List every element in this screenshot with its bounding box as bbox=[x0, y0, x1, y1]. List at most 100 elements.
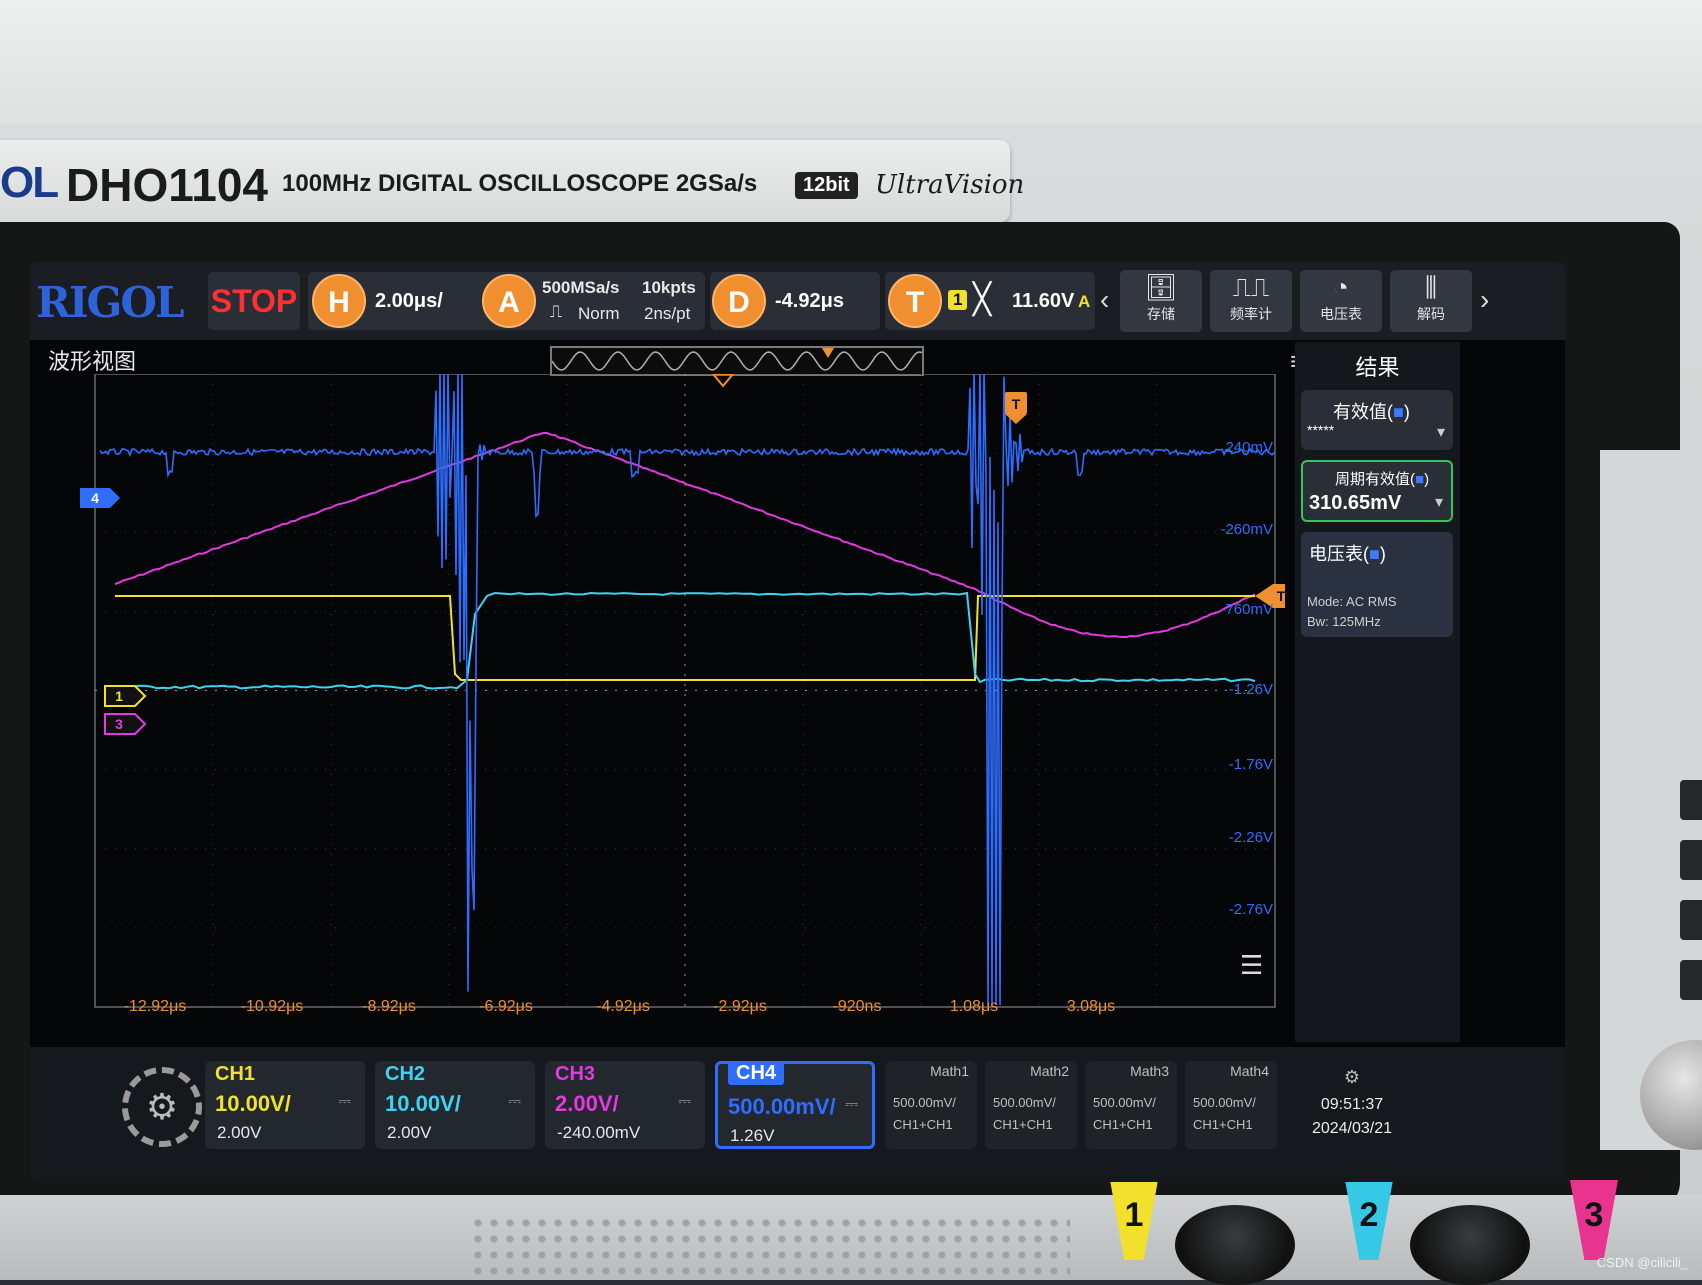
result-card-cycle-rms[interactable]: 周期有效值(■) 310.65mV ▾ bbox=[1301, 460, 1453, 522]
time-axis-label: 1.08μs bbox=[950, 998, 998, 1015]
ch4-scale-label: -2.26V bbox=[1229, 829, 1273, 846]
horizontal-key[interactable]: H bbox=[312, 274, 366, 328]
channel-box-ch4[interactable]: CH4 500.00mV/ 1.26V ⎓ bbox=[715, 1061, 875, 1149]
sample-rate: 500MSa/s bbox=[542, 278, 620, 297]
math1-name: Math1 bbox=[930, 1063, 969, 1079]
svg-text:T: T bbox=[1277, 588, 1285, 604]
counter-label: 频率计 bbox=[1230, 306, 1272, 322]
time-axis-label: -2.92μs bbox=[713, 998, 767, 1015]
channel-box-ch2[interactable]: CH2 10.00V/ 2.00V ⎓ bbox=[375, 1061, 535, 1149]
voltmeter-button[interactable]: ◔ 电压表 bbox=[1300, 270, 1382, 332]
math-box-math3[interactable]: Math3 500.00mV/ CH1+CH1 bbox=[1085, 1061, 1177, 1149]
memory-overview-bar[interactable] bbox=[550, 346, 924, 376]
svg-text:T: T bbox=[1012, 396, 1021, 412]
chevron-right-icon[interactable]: › bbox=[1480, 284, 1489, 316]
dc-coupling-icon: ⎓ bbox=[678, 1093, 691, 1110]
result-cycle-rms-value: 310.65mV bbox=[1309, 492, 1402, 514]
trigger-edge-icon: ╳ bbox=[973, 283, 992, 316]
ch3-offset-marker: 3 bbox=[104, 713, 147, 735]
math2-scale: 500.00mV/ bbox=[993, 1095, 1056, 1110]
ch3-offset: -240.00mV bbox=[557, 1123, 641, 1142]
chevron-down-icon[interactable]: ▾ bbox=[1437, 422, 1445, 442]
model-spec: 100MHz DIGITAL OSCILLOSCOPE 2GSa/s bbox=[282, 170, 758, 197]
result-cycle-rms-suffix: ) bbox=[1424, 471, 1430, 488]
ch1-offset-marker: 1 bbox=[104, 685, 147, 707]
side-button[interactable] bbox=[1680, 780, 1702, 820]
ch4-scale-label: -260mV bbox=[1220, 521, 1273, 538]
ch4-scale-label: -1.26V bbox=[1229, 681, 1273, 698]
time-axis-label: -8.92μs bbox=[362, 998, 416, 1015]
trigger-marker-top: T bbox=[1005, 392, 1027, 424]
chevron-down-icon[interactable]: ▾ bbox=[1435, 492, 1443, 512]
math-box-math2[interactable]: Math2 500.00mV/ CH1+CH1 bbox=[985, 1061, 1077, 1149]
model-name: DHO1104 bbox=[66, 159, 269, 211]
time-axis-label: 3.08μs bbox=[1067, 998, 1115, 1015]
math-box-math1[interactable]: Math1 500.00mV/ CH1+CH1 bbox=[885, 1061, 977, 1149]
bnc-input-ch1[interactable] bbox=[1175, 1205, 1295, 1285]
dc-coupling-icon: ⎓ bbox=[845, 1096, 858, 1113]
ch4-scale-label: -760mV bbox=[1220, 601, 1273, 618]
navigation-gear-icon[interactable]: ⚙ bbox=[122, 1067, 202, 1147]
time-axis-label: -6.92μs bbox=[479, 998, 533, 1015]
trigger-level: 11.60V bbox=[1012, 290, 1075, 312]
chevron-left-icon[interactable]: ‹ bbox=[1100, 284, 1109, 316]
math4-name: Math4 bbox=[1230, 1063, 1269, 1079]
acquire-mode-icon: ⎍ bbox=[550, 302, 562, 321]
time-axis-label: -920ns bbox=[833, 998, 882, 1015]
ch1-name: CH1 bbox=[215, 1063, 256, 1085]
collapse-menu-icon: ☰ bbox=[1240, 951, 1263, 981]
result-rms-suffix: ) bbox=[1403, 402, 1410, 422]
side-button[interactable] bbox=[1680, 900, 1702, 940]
math2-name: Math2 bbox=[1030, 1063, 1069, 1079]
side-button[interactable] bbox=[1680, 960, 1702, 1000]
time-axis-label: -10.92μs bbox=[241, 998, 304, 1015]
result-rms-value: ***** bbox=[1307, 422, 1335, 438]
model-plate: OL DHO1104 100MHz DIGITAL OSCILLOSCOPE 2… bbox=[0, 140, 1024, 222]
dc-coupling-icon: ⎓ bbox=[508, 1093, 521, 1110]
result-card-rms[interactable]: 有效值(■) ***** ▾ bbox=[1301, 390, 1453, 450]
trigger-key[interactable]: T bbox=[888, 274, 942, 328]
math1-source: CH1+CH1 bbox=[893, 1117, 953, 1132]
delay-key[interactable]: D bbox=[712, 274, 766, 328]
math-box-math4[interactable]: Math4 500.00mV/ CH1+CH1 bbox=[1185, 1061, 1277, 1149]
save-button[interactable]: 🗄 存储 bbox=[1120, 270, 1202, 332]
acquire-key[interactable]: A bbox=[482, 274, 536, 328]
rigol-logo: RIGOL bbox=[36, 278, 185, 327]
math1-scale: 500.00mV/ bbox=[893, 1095, 956, 1110]
result-voltmeter-label: 电压表( bbox=[1309, 544, 1369, 564]
network-icon: ⚙ bbox=[1343, 1067, 1361, 1087]
overview-waveform bbox=[551, 348, 923, 371]
ch2-name: CH2 bbox=[385, 1063, 426, 1085]
side-button[interactable] bbox=[1680, 840, 1702, 880]
waveform-canvas: T T 4 1 3 240mV -260mV -760mV -1.26V -1.76V -… bbox=[80, 374, 1285, 1015]
run-stop-status[interactable]: STOP bbox=[208, 272, 300, 330]
ch4-trace bbox=[99, 374, 1275, 1006]
ch3-scale: 2.00V/ bbox=[555, 1091, 619, 1116]
channel-box-ch1[interactable]: CH1 10.00V/ 2.00V ⎓ bbox=[205, 1061, 365, 1149]
ch1-scale: 10.00V/ bbox=[215, 1091, 291, 1116]
results-panel: 结果 有效值(■) ***** ▾ 周期有效值(■) 310.65mV ▾ 电压… bbox=[1295, 342, 1460, 1042]
trigger-mode: A bbox=[1078, 292, 1091, 311]
speaker-grille bbox=[470, 1215, 1070, 1280]
time-axis-label: -12.92μs bbox=[124, 998, 187, 1015]
trigger-source: 1 bbox=[948, 290, 968, 310]
acquire-mode: Norm bbox=[578, 304, 620, 323]
clock-time: 09:51:37 bbox=[1320, 1096, 1384, 1113]
channel-box-ch3[interactable]: CH3 2.00V/ -240.00mV ⎓ bbox=[545, 1061, 705, 1149]
math3-source: CH1+CH1 bbox=[1093, 1117, 1153, 1132]
result-card-voltmeter[interactable]: 电压表(■) Mode: AC RMS Bw: 125MHz bbox=[1301, 532, 1453, 637]
waveform-plot[interactable]: T T 4 1 3 240mV -260mV -760mV -1.26V -1.76V -… bbox=[75, 374, 1285, 1019]
trigger-position-marker bbox=[711, 374, 735, 388]
status-clock: ⚙ 09:51:37 2024/03/21 bbox=[1292, 1067, 1412, 1138]
svg-text:4: 4 bbox=[91, 490, 99, 506]
ch4-scale-label: -1.76V bbox=[1229, 756, 1273, 773]
decode-button[interactable]: ⫼ 解码 bbox=[1390, 270, 1472, 332]
math2-source: CH1+CH1 bbox=[993, 1117, 1053, 1132]
math3-name: Math3 bbox=[1130, 1063, 1169, 1079]
clock-date: 2024/03/21 bbox=[1311, 1120, 1393, 1137]
counter-button[interactable]: ⎍⎍ 频率计 bbox=[1210, 270, 1292, 332]
horizontal-scale: 2.00μs/ bbox=[375, 290, 443, 312]
ch1-offset: 2.00V bbox=[217, 1123, 262, 1142]
bnc-input-ch2[interactable] bbox=[1410, 1205, 1530, 1285]
voltmeter-mode: Mode: AC RMS bbox=[1307, 594, 1397, 609]
